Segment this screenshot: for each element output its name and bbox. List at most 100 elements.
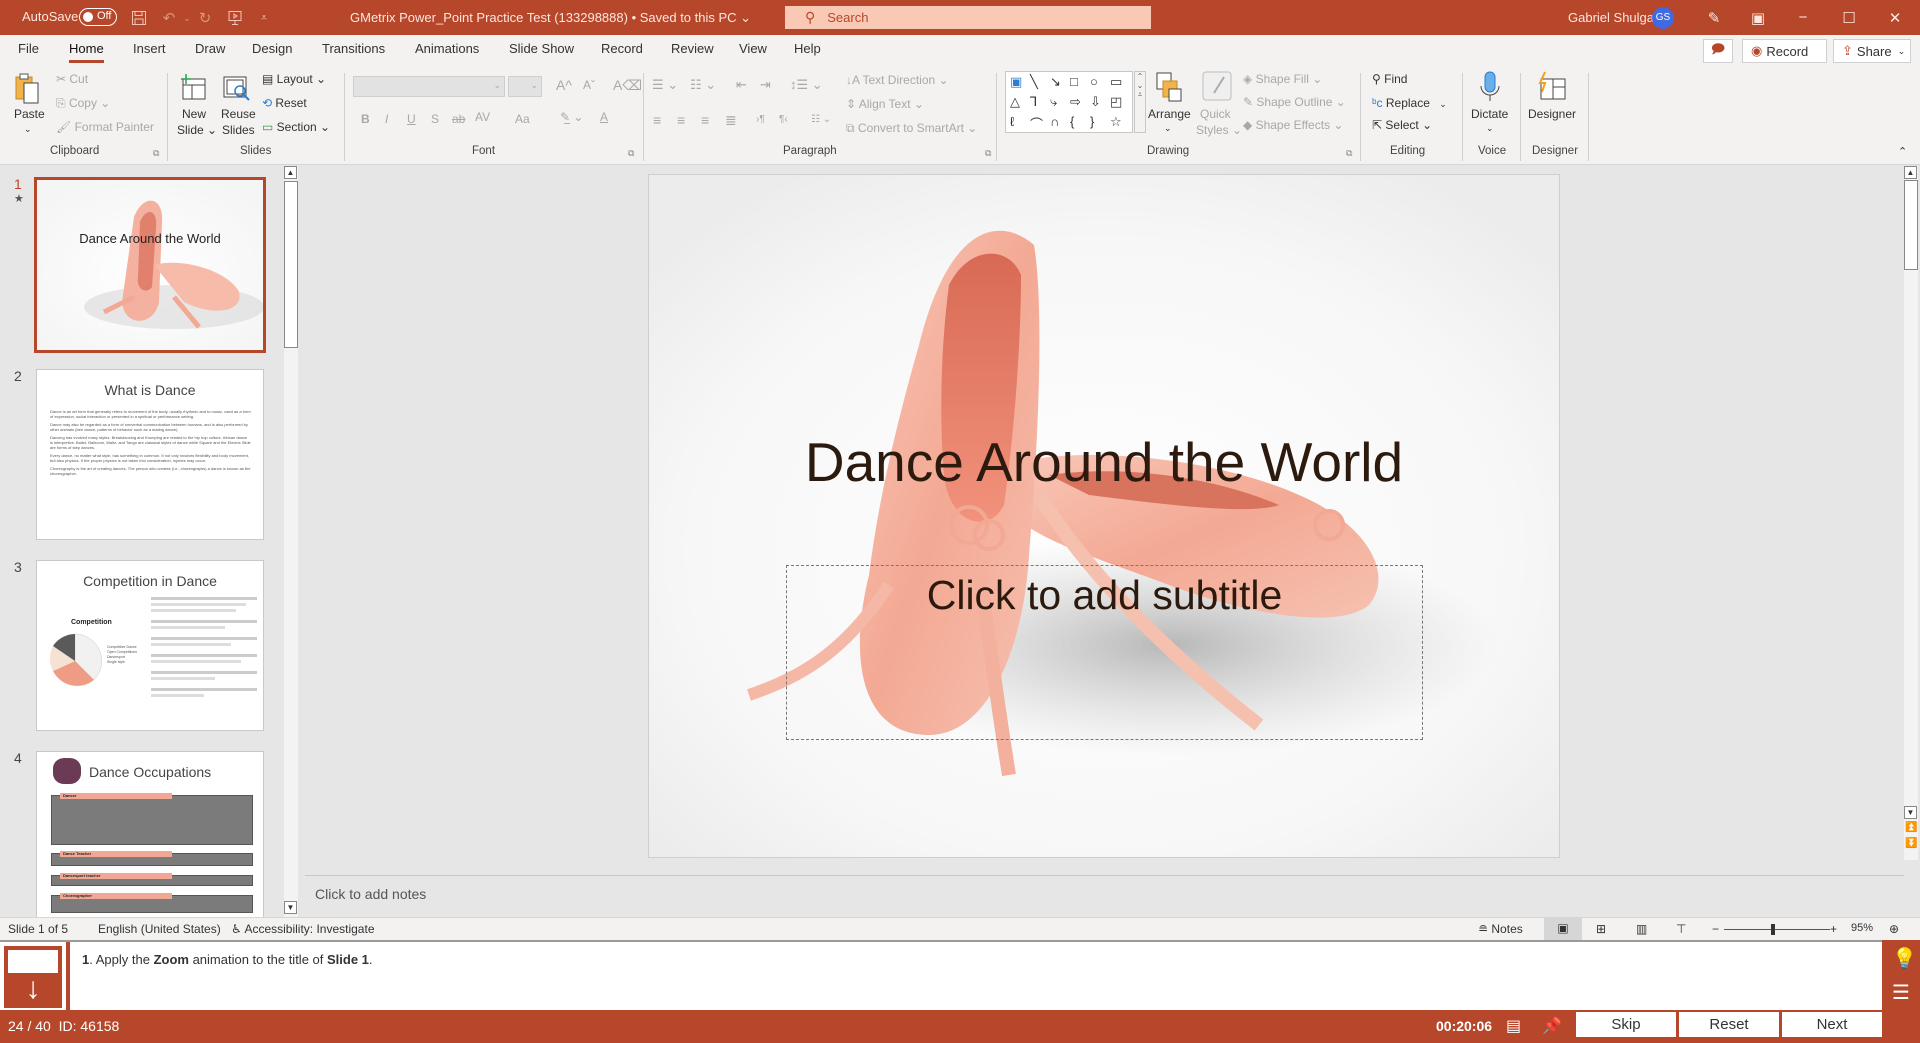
shape-option[interactable]: ⤷: [1050, 94, 1057, 110]
font-color-button[interactable]: A: [600, 110, 608, 124]
task-collapse-button[interactable]: ↓: [0, 942, 66, 1012]
reading-view-icon[interactable]: ▥: [1636, 922, 1647, 936]
align-text-button[interactable]: ⇕ Align Text ⌄: [846, 97, 924, 111]
ltr-icon[interactable]: ›¶: [756, 114, 765, 125]
format-painter-button[interactable]: 🖌 Format Painter: [56, 120, 154, 134]
decrease-indent-icon[interactable]: ⇤: [736, 77, 747, 93]
shape-option[interactable]: ⇨: [1070, 94, 1081, 110]
rtl-icon[interactable]: ¶‹: [779, 114, 788, 125]
slide-scrollbar[interactable]: ▲ ▼ ⏫ ⏬: [1904, 166, 1918, 860]
pen-icon[interactable]: ✎: [1691, 0, 1737, 35]
notes-list-icon[interactable]: ▤: [1506, 1016, 1521, 1036]
reuse-slides-label-2[interactable]: Slides: [222, 123, 255, 137]
save-icon[interactable]: [128, 7, 150, 29]
shadow-button[interactable]: S: [431, 112, 439, 126]
ballet-shoes-image[interactable]: [649, 175, 1560, 858]
decrease-font-size-icon[interactable]: Aˇ: [583, 78, 595, 92]
select-button[interactable]: ⇱ Select ⌄: [1372, 118, 1432, 132]
accessibility-button[interactable]: ♿ Accessibility: Investigate: [231, 922, 375, 936]
underline-button[interactable]: U: [407, 112, 416, 126]
paste-dropdown-icon[interactable]: ⌄: [24, 124, 32, 135]
skip-button[interactable]: Skip: [1576, 1012, 1676, 1037]
previous-slide-icon[interactable]: ⏫: [1905, 822, 1917, 833]
reset-button[interactable]: ⟲ Reset: [262, 96, 307, 110]
shape-option[interactable]: ▭: [1110, 74, 1122, 90]
reuse-slides-label[interactable]: Reuse: [221, 107, 256, 121]
numbering-icon[interactable]: ☷ ⌄: [690, 77, 716, 93]
shape-option[interactable]: ○: [1090, 74, 1098, 89]
slide-thumbnail-1[interactable]: Dance Around the World: [34, 177, 266, 353]
tab-file[interactable]: File: [18, 41, 39, 56]
scroll-down-button[interactable]: ▼: [1904, 806, 1917, 819]
new-slide-label[interactable]: New: [182, 107, 206, 121]
shape-option[interactable]: ↘: [1050, 74, 1061, 90]
next-slide-icon[interactable]: ⏬: [1905, 838, 1917, 849]
strikethrough-button[interactable]: ab: [452, 112, 465, 126]
shape-option[interactable]: ℓ: [1010, 114, 1014, 129]
designer-icon[interactable]: [1535, 71, 1566, 101]
slide-thumbnail-3[interactable]: Competition in Dance Competition Competi…: [36, 560, 264, 731]
new-slide-label-2[interactable]: Slide ⌄: [177, 123, 217, 137]
tab-home[interactable]: Home: [69, 41, 104, 63]
increase-indent-icon[interactable]: ⇥: [760, 77, 771, 93]
language-indicator[interactable]: English (United States): [98, 922, 221, 936]
tab-record[interactable]: Record: [601, 41, 643, 56]
thumbnails-scrollbar[interactable]: ▲ ▼: [284, 166, 298, 917]
shape-option[interactable]: ▣: [1010, 74, 1022, 90]
start-from-beginning-icon[interactable]: [224, 7, 246, 29]
bold-button[interactable]: B: [361, 112, 370, 126]
shape-fill-button[interactable]: ◈ Shape Fill ⌄: [1243, 72, 1322, 86]
close-icon[interactable]: ✕: [1872, 0, 1918, 35]
scroll-up-button[interactable]: ▲: [1904, 166, 1917, 179]
dialog-launcher-icon[interactable]: ⧉: [1346, 148, 1352, 159]
shape-option[interactable]: ╲: [1030, 74, 1038, 90]
find-button[interactable]: ⚲ Find: [1372, 72, 1407, 86]
scroll-up-button[interactable]: ▲: [284, 166, 297, 179]
paste-icon[interactable]: [14, 73, 42, 104]
dialog-launcher-icon[interactable]: ⧉: [153, 148, 159, 159]
tab-help[interactable]: Help: [794, 41, 821, 56]
arrange-label[interactable]: Arrange: [1148, 107, 1191, 121]
columns-icon[interactable]: ☷ ⌄: [811, 114, 831, 125]
shape-effects-button[interactable]: ◆ Shape Effects ⌄: [1243, 118, 1343, 132]
dictate-label[interactable]: Dictate: [1471, 107, 1508, 121]
record-button[interactable]: ◉ Record: [1742, 39, 1827, 63]
copy-button[interactable]: ⎘ Copy ⌄: [56, 96, 110, 111]
replace-button[interactable]: ᵇc Replace ⌄: [1372, 96, 1447, 110]
arrange-icon[interactable]: [1155, 71, 1183, 102]
dialog-launcher-icon[interactable]: ⧉: [628, 148, 634, 159]
section-button[interactable]: ▭ Section ⌄: [262, 120, 330, 134]
new-slide-icon[interactable]: [180, 73, 208, 103]
shape-option[interactable]: □: [1070, 74, 1078, 89]
reuse-slides-icon[interactable]: [222, 73, 250, 103]
dictate-dropdown-icon[interactable]: ⌄: [1486, 123, 1494, 134]
slide-thumbnail-2[interactable]: What is Dance Dance is an art form that …: [36, 369, 264, 540]
highlight-icon[interactable]: ✎̲ ⌄: [560, 110, 583, 124]
document-title[interactable]: GMetrix Power_Point Practice Test (13329…: [350, 10, 751, 26]
shape-option[interactable]: }: [1090, 114, 1094, 129]
autosave-toggle[interactable]: Off: [79, 8, 117, 26]
normal-view-icon[interactable]: ▣: [1544, 918, 1582, 940]
shape-outline-button[interactable]: ✎ Shape Outline ⌄: [1243, 95, 1346, 109]
justify-icon[interactable]: ≣: [725, 112, 737, 129]
redo-icon[interactable]: ↻: [194, 7, 216, 29]
subtitle-placeholder[interactable]: Click to add subtitle: [786, 565, 1423, 740]
font-name-combo[interactable]: ⌄: [353, 76, 505, 97]
text-direction-button[interactable]: ↓A Text Direction ⌄: [846, 73, 949, 87]
comments-button[interactable]: 🗩: [1703, 39, 1733, 63]
shape-option[interactable]: ⅂: [1030, 94, 1037, 110]
slide-show-icon[interactable]: ⊤: [1676, 922, 1686, 936]
gallery-scroll[interactable]: ⌃ ⌄ ⩡: [1134, 71, 1146, 133]
tab-slide-show[interactable]: Slide Show: [509, 41, 574, 56]
zoom-slider-thumb[interactable]: [1770, 924, 1775, 935]
lightbulb-icon[interactable]: 💡: [1892, 946, 1917, 971]
shape-option[interactable]: ∩: [1050, 114, 1059, 129]
quick-styles-icon[interactable]: [1202, 71, 1232, 101]
notes-pane[interactable]: Click to add notes: [305, 875, 1904, 917]
shape-option[interactable]: ◰: [1110, 94, 1122, 110]
zoom-in-icon[interactable]: +: [1830, 922, 1837, 936]
quick-styles-label-2[interactable]: Styles ⌄: [1196, 123, 1242, 137]
slide-title[interactable]: Dance Around the World: [649, 430, 1559, 494]
share-button[interactable]: ⇪ Share ⌄: [1833, 39, 1911, 63]
task-list-icon[interactable]: ☰: [1892, 980, 1910, 1005]
